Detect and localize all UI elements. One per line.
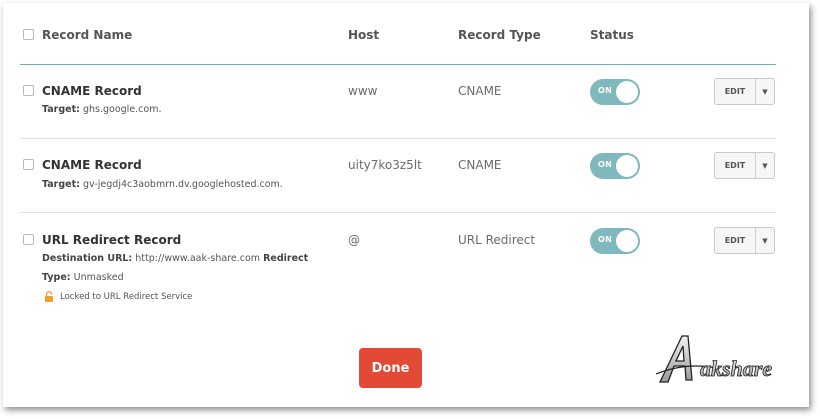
col-record-name[interactable]: Record Name [42, 28, 132, 42]
status-toggle[interactable]: ON [590, 153, 640, 179]
toggle-knob [616, 230, 638, 252]
record-destination: Destination URL: http://www.aak-share.co… [42, 253, 308, 264]
edit-button[interactable]: EDIT [715, 79, 756, 104]
record-host: uity7ko3z5lt [348, 158, 422, 172]
row-checkbox[interactable] [23, 234, 34, 245]
col-record-type: Record Type [458, 28, 541, 42]
record-type: CNAME [458, 84, 502, 98]
col-host: Host [348, 28, 380, 42]
record-name: CNAME Record [42, 84, 142, 98]
record-name: URL Redirect Record [42, 233, 182, 247]
toggle-knob [616, 155, 638, 177]
destination-value: http://www.aak-share.com [135, 253, 261, 264]
caret-down-icon[interactable]: ▼ [756, 153, 774, 178]
record-type: CNAME [458, 158, 502, 172]
select-all-checkbox[interactable] [23, 29, 34, 40]
row-checkbox[interactable] [23, 159, 34, 170]
done-button[interactable]: Done [359, 348, 422, 388]
lock-text: Locked to URL Redirect Service [60, 292, 193, 302]
row-divider [20, 212, 776, 213]
destination-label: Destination URL: [42, 253, 133, 264]
target-label: Target: [42, 104, 80, 115]
record-host: @ [348, 233, 360, 247]
caret-down-icon[interactable]: ▼ [756, 228, 774, 253]
edit-button[interactable]: EDIT [715, 228, 756, 253]
toggle-knob [616, 81, 638, 103]
record-redirect-type: Type: Unmasked [42, 272, 124, 283]
svg-text:akshare: akshare [700, 356, 772, 381]
lock-icon [45, 291, 53, 302]
edit-button[interactable]: EDIT [715, 153, 756, 178]
header-divider [20, 64, 776, 65]
record-host: www [348, 84, 378, 98]
edit-button-group: EDIT ▼ [714, 78, 775, 105]
redirect-label: Redirect [263, 253, 309, 264]
status-toggle[interactable]: ON [590, 228, 640, 254]
record-target: Target: gv-jegdj4c3aobmrn.dv.googlehoste… [42, 179, 283, 190]
record-type: URL Redirect [458, 233, 536, 247]
row-checkbox[interactable] [23, 85, 34, 96]
record-target: Target: ghs.google.com. [42, 104, 162, 115]
toggle-label: ON [598, 160, 613, 169]
record-name: CNAME Record [42, 158, 142, 172]
caret-down-icon[interactable]: ▼ [756, 79, 774, 104]
target-label: Target: [42, 179, 80, 190]
akshare-watermark-logo: akshare [656, 335, 773, 383]
edit-button-group: EDIT ▼ [714, 227, 775, 254]
status-toggle[interactable]: ON [590, 79, 640, 105]
edit-button-group: EDIT ▼ [714, 152, 775, 179]
row-divider [20, 138, 776, 139]
target-value: ghs.google.com. [82, 104, 162, 115]
toggle-label: ON [598, 86, 613, 95]
type-label: Type: [42, 272, 71, 283]
type-value: Unmasked [73, 272, 124, 283]
toggle-label: ON [598, 235, 613, 244]
col-status: Status [590, 28, 634, 42]
target-value: gv-jegdj4c3aobmrn.dv.googlehosted.com. [82, 179, 283, 190]
